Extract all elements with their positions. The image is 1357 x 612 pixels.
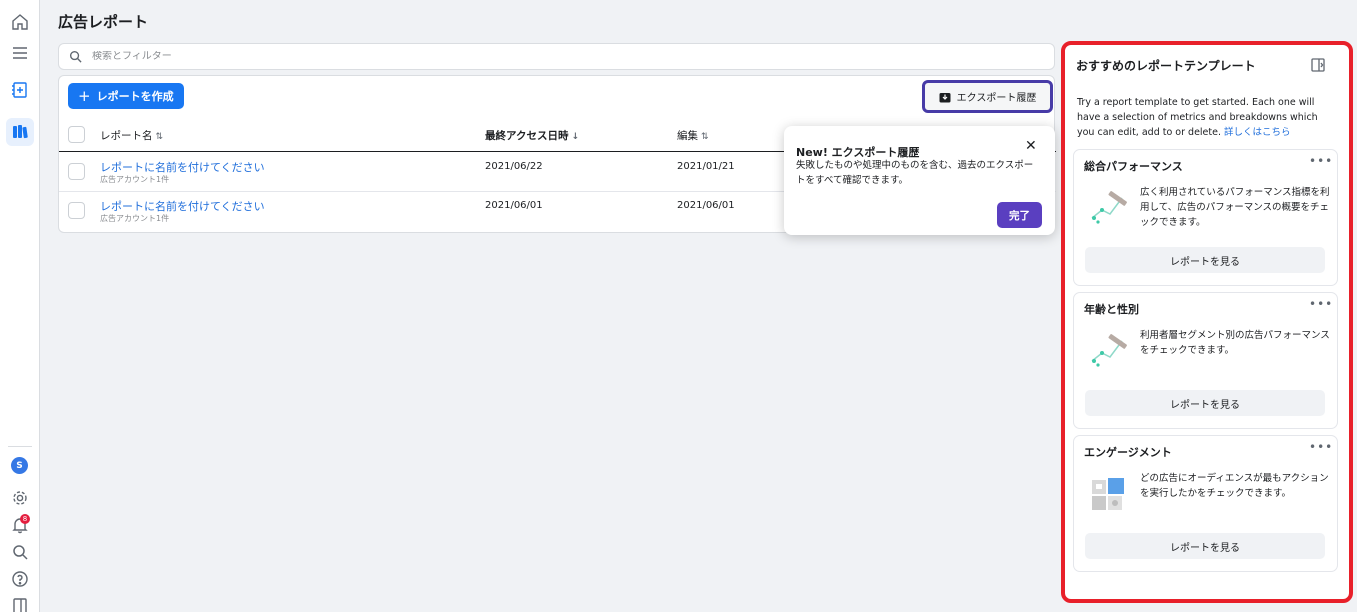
performance-illustration-icon [1091,191,1127,224]
home-icon[interactable] [6,8,34,36]
last-access-cell: 2021/06/01 [485,200,543,211]
view-report-button[interactable]: レポートを見る [1085,533,1325,559]
demographics-illustration-icon [1091,334,1127,367]
panel-icon[interactable] [6,592,34,612]
report-name-link[interactable]: レポートに名前を付けてください [100,159,265,175]
more-options-icon[interactable]: ••• [1309,440,1333,454]
view-report-button[interactable]: レポートを見る [1085,390,1325,416]
template-card-title: 総合パフォーマンス [1084,160,1183,173]
template-card-engagement: エンゲージメント ••• どの広告にオーディエンスが最もアクションを実行したかを… [1073,435,1338,572]
edited-cell: 2021/01/21 [677,161,735,172]
more-options-icon[interactable]: ••• [1309,297,1333,311]
export-history-tooltip: New! エクスポート履歴 ✕ 失敗したものや処理中のものを含む、過去のエクスポ… [784,126,1055,235]
template-card-description: どの広告にオーディエンスが最もアクションを実行したかをチェックできます。 [1140,473,1329,499]
export-history-label: エクスポート履歴 [956,93,1037,104]
column-header-name[interactable]: レポート名 ⇅ [100,128,163,143]
templates-intro: Try a report template to get started. Ea… [1077,97,1318,138]
template-card-description: 広く利用されているパフォーマンス指標を利用して、広告のパフォーマンスの概要をチェ… [1140,187,1330,228]
sort-icon: ⇅ [155,132,164,142]
plus-icon: + [78,86,91,105]
template-card-overall-performance: 総合パフォーマンス ••• 広く利用されているパフォーマンス指標を利用して、広告… [1073,149,1338,286]
gear-icon[interactable] [6,484,34,512]
select-all-checkbox[interactable] [68,126,85,143]
row-checkbox[interactable] [68,202,85,219]
column-header-edited[interactable]: 編集 ⇅ [677,128,709,143]
notification-badge: 8 [20,514,30,524]
report-name-link[interactable]: レポートに名前を付けてください [100,198,265,214]
create-report-label: レポートを作成 [96,90,174,103]
search-icon[interactable] [6,538,34,566]
rail-divider [8,446,32,447]
menu-icon[interactable] [6,39,34,67]
column-header-last-access[interactable]: 最終アクセス日時 ↓ [485,128,579,143]
template-card-title: エンゲージメント [1084,446,1172,459]
help-icon[interactable] [6,565,34,593]
tooltip-title: New! エクスポート履歴 [796,146,920,159]
collapse-panel-icon[interactable] [1310,57,1326,73]
sort-icon: ⇅ [701,132,709,142]
template-card-title: 年齢と性別 [1084,303,1139,316]
export-history-button[interactable]: エクスポート履歴 [922,80,1053,113]
report-account-count: 広告アカウント1件 [100,214,170,223]
more-options-icon[interactable]: ••• [1309,154,1333,168]
reports-icon[interactable] [6,118,34,146]
learn-more-link[interactable]: 詳しくはこちら [1224,127,1291,138]
last-access-cell: 2021/06/22 [485,161,543,172]
page-title: 広告レポート [58,13,149,31]
download-box-icon [939,92,951,102]
search-input[interactable] [92,51,992,62]
add-report-icon[interactable] [6,76,34,104]
recommended-templates-panel: おすすめのレポートテンプレート Try a report template to… [1061,41,1353,603]
close-icon[interactable]: ✕ [1025,138,1037,154]
create-report-button[interactable]: + レポートを作成 [68,83,184,109]
template-card-age-gender: 年齢と性別 ••• 利用者層セグメント別の広告パフォーマンスをチェックできます。… [1073,292,1338,429]
engagement-illustration-icon [1092,478,1124,510]
row-checkbox[interactable] [68,163,85,180]
templates-title: おすすめのレポートテンプレート [1076,59,1256,73]
search-icon [69,50,82,63]
report-account-count: 広告アカウント1件 [100,175,170,184]
avatar[interactable]: S [11,457,28,474]
tooltip-body: 失敗したものや処理中のものを含む、過去のエクスポートをすべて確認できます。 [796,160,1034,186]
search-bar[interactable] [58,43,1055,70]
view-report-button[interactable]: レポートを見る [1085,247,1325,273]
left-nav-rail: S 8 [0,0,40,612]
sort-desc-icon: ↓ [571,132,580,142]
template-card-description: 利用者層セグメント別の広告パフォーマンスをチェックできます。 [1140,330,1330,356]
done-button[interactable]: 完了 [997,202,1042,228]
edited-cell: 2021/06/01 [677,200,735,211]
